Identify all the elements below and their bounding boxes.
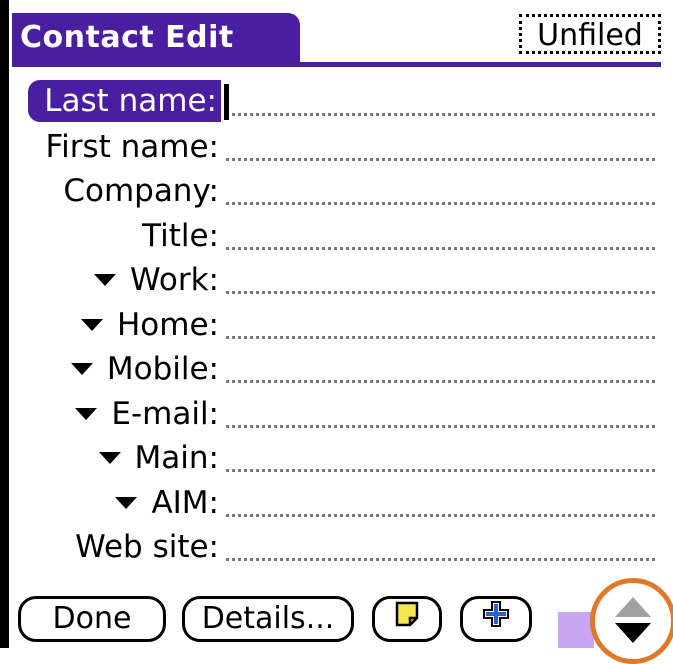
field-input[interactable] <box>226 424 655 428</box>
field-type-dropdown[interactable]: E-mail: <box>75 394 219 434</box>
field-row: First name: <box>12 125 661 170</box>
field-type-dropdown[interactable]: AIM: <box>115 483 219 523</box>
field-label-text: Home: <box>117 306 219 343</box>
field-row: Mobile: <box>12 347 661 392</box>
field-label-text: Main: <box>134 440 219 476</box>
triangle-down-icon <box>70 363 93 375</box>
field-input[interactable] <box>226 335 655 339</box>
page-title: Contact Edit <box>12 13 300 63</box>
field-label: Web site: <box>75 527 219 567</box>
scroll-arrows[interactable] <box>590 578 673 664</box>
field-input[interactable] <box>226 469 655 472</box>
color-indicator <box>558 612 594 648</box>
note-button[interactable] <box>372 596 442 642</box>
field-input[interactable] <box>226 113 655 116</box>
field-input[interactable] <box>226 157 655 161</box>
field-label: First name: <box>46 127 219 167</box>
field-type-dropdown[interactable]: Work: <box>94 260 219 300</box>
field-label-text: Mobile: <box>106 351 219 387</box>
note-icon <box>393 599 421 639</box>
field-type-dropdown[interactable]: Mobile: <box>70 349 219 389</box>
field-row: Web site: <box>12 525 661 570</box>
field-input[interactable] <box>226 558 655 561</box>
field-label-text: AIM: <box>151 484 219 521</box>
triangle-down-icon <box>75 407 98 420</box>
field-label-text: Work: <box>130 262 219 298</box>
title-divider <box>12 62 661 67</box>
highlight-ring <box>590 578 673 664</box>
field-row: Work: <box>12 258 661 303</box>
details-button[interactable]: Details... <box>182 596 354 642</box>
field-type-dropdown[interactable]: Main: <box>98 438 219 478</box>
field-row: Company: <box>12 169 661 214</box>
field-label: Title: <box>142 216 219 256</box>
field-row: Main: <box>12 436 661 481</box>
field-input[interactable] <box>226 380 655 383</box>
field-input[interactable] <box>226 291 655 294</box>
contact-fields: Last name: First name: Company: Title: Work:… <box>12 80 661 570</box>
field-label-text: First name: <box>45 128 219 165</box>
add-field-button[interactable] <box>460 596 532 642</box>
text-cursor <box>224 84 229 120</box>
category-selector[interactable]: Unfiled <box>519 14 661 54</box>
device-left-edge <box>0 0 9 648</box>
field-row: Title: <box>12 214 661 259</box>
field-row: AIM: <box>12 481 661 526</box>
triangle-down-icon <box>115 496 138 509</box>
field-label-text: Last name: <box>44 83 217 119</box>
field-label-text: Web site: <box>75 529 219 565</box>
field-row: Last name: <box>12 80 661 125</box>
field-label[interactable]: Last name: <box>28 80 221 122</box>
plus-icon <box>481 599 511 640</box>
field-input[interactable] <box>226 202 655 205</box>
field-input[interactable] <box>226 513 655 517</box>
triangle-down-icon <box>94 274 117 286</box>
field-label: Company: <box>63 171 219 211</box>
field-label-text: Title: <box>142 217 219 254</box>
field-label-text: E-mail: <box>111 395 219 432</box>
triangle-down-icon <box>98 452 121 464</box>
field-input[interactable] <box>226 246 655 250</box>
field-row: E-mail: <box>12 392 661 437</box>
done-button[interactable]: Done <box>18 596 166 642</box>
contact-edit-screen: Contact Edit Unfiled Last name: First nam… <box>12 8 673 664</box>
field-row: Home: <box>12 303 661 348</box>
field-label-text: Company: <box>63 173 219 209</box>
field-type-dropdown[interactable]: Home: <box>81 305 219 345</box>
triangle-down-icon <box>81 318 103 331</box>
